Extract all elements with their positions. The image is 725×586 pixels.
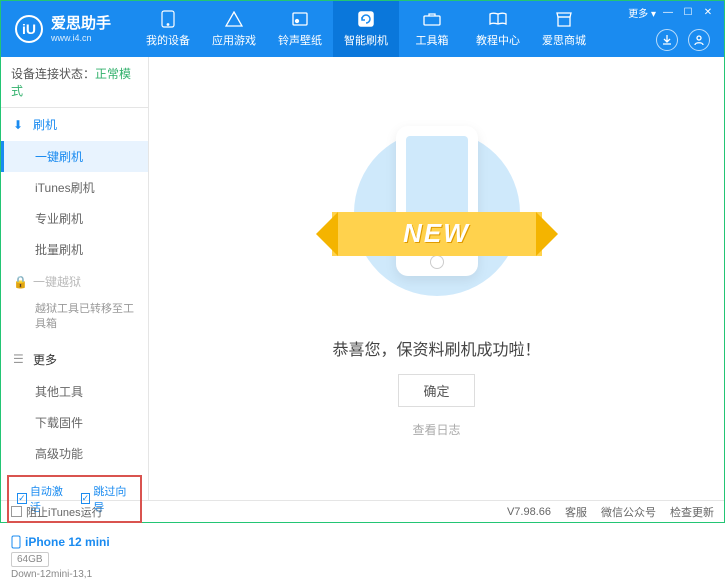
brand-url: www.i4.cn xyxy=(51,33,111,44)
check-update-link[interactable]: 检查更新 xyxy=(670,504,714,520)
nav-store[interactable]: 爱思商城 xyxy=(531,1,597,57)
nav-label: 我的设备 xyxy=(146,32,190,48)
logo-icon: iU xyxy=(15,15,43,43)
conn-label: 设备连接状态： xyxy=(11,67,95,81)
version-label: V7.98.66 xyxy=(507,506,551,518)
minimize-button[interactable]: — xyxy=(660,6,676,20)
refresh-icon xyxy=(357,10,375,28)
menu-icon: ☰ xyxy=(13,352,27,366)
section-title: 更多 xyxy=(33,351,57,368)
main-content: NEW 恭喜您，保资料刷机成功啦！ 确定 查看日志 xyxy=(149,57,724,500)
download-icon[interactable] xyxy=(656,29,678,51)
checkbox-icon xyxy=(11,506,22,517)
service-link[interactable]: 客服 xyxy=(565,504,587,520)
wechat-link[interactable]: 微信公众号 xyxy=(601,504,656,520)
section-title: 一键越狱 xyxy=(33,273,81,290)
download-small-icon: ⬇ xyxy=(13,118,27,132)
nav-label: 工具箱 xyxy=(416,32,449,48)
app-header: iU 爱思助手 www.i4.cn 我的设备 应用游戏 铃声壁纸 智能刷机 工具… xyxy=(1,1,724,57)
nav-toolbox[interactable]: 工具箱 xyxy=(399,1,465,57)
sidebar-item-oneclick-flash[interactable]: 一键刷机 xyxy=(1,141,148,172)
sidebar-item-itunes-flash[interactable]: iTunes刷机 xyxy=(1,172,148,203)
connection-status: 设备连接状态：正常模式 xyxy=(1,57,148,108)
section-flash[interactable]: ⬇ 刷机 xyxy=(1,108,148,141)
checkbox-label: 阻止iTunes运行 xyxy=(26,504,103,520)
jailbreak-note: 越狱工具已转移至工具箱 xyxy=(1,298,148,343)
sidebar-item-other-tools[interactable]: 其他工具 xyxy=(1,376,148,407)
title-menu[interactable]: 更多 ▾ xyxy=(628,5,656,20)
brand-area: iU 爱思助手 www.i4.cn xyxy=(1,15,125,44)
nav-label: 爱思商城 xyxy=(542,32,586,48)
section-jailbreak: 🔒 一键越狱 xyxy=(1,265,148,298)
nav-my-device[interactable]: 我的设备 xyxy=(135,1,201,57)
device-model: Down-12mini-13,1 xyxy=(11,569,138,580)
nav-apps[interactable]: 应用游戏 xyxy=(201,1,267,57)
brand-title: 爱思助手 xyxy=(51,15,111,33)
sidebar-item-download-firmware[interactable]: 下载固件 xyxy=(1,407,148,438)
device-storage-badge: 64GB xyxy=(11,552,49,567)
sidebar-item-pro-flash[interactable]: 专业刷机 xyxy=(1,203,148,234)
nav-tutorials[interactable]: 教程中心 xyxy=(465,1,531,57)
view-log-link[interactable]: 查看日志 xyxy=(412,421,460,438)
nav-label: 铃声壁纸 xyxy=(278,32,322,48)
lock-icon: 🔒 xyxy=(13,275,27,289)
title-controls: 更多 ▾ — ☐ ✕ xyxy=(628,5,716,20)
nav-label: 教程中心 xyxy=(476,32,520,48)
device-info: iPhone 12 mini 64GB Down-12mini-13,1 xyxy=(1,529,148,586)
nav-label: 智能刷机 xyxy=(344,32,388,48)
sidebar-item-advanced[interactable]: 高级功能 xyxy=(1,438,148,469)
book-icon xyxy=(489,10,507,28)
phone-small-icon xyxy=(11,535,21,549)
device-name[interactable]: iPhone 12 mini xyxy=(11,535,138,549)
user-icon[interactable] xyxy=(688,29,710,51)
checkbox-block-itunes[interactable]: 阻止iTunes运行 xyxy=(11,504,103,520)
ok-button[interactable]: 确定 xyxy=(398,374,474,407)
nav-ringtones[interactable]: 铃声壁纸 xyxy=(267,1,333,57)
sidebar-item-batch-flash[interactable]: 批量刷机 xyxy=(1,234,148,265)
main-nav: 我的设备 应用游戏 铃声壁纸 智能刷机 工具箱 教程中心 爱思商城 xyxy=(135,1,597,57)
store-icon xyxy=(555,10,573,28)
success-message: 恭喜您，保资料刷机成功啦！ xyxy=(332,336,540,360)
success-illustration: NEW xyxy=(332,120,542,320)
new-ribbon-icon: NEW xyxy=(332,212,542,256)
section-title: 刷机 xyxy=(33,116,57,133)
toolbox-icon xyxy=(423,10,441,28)
nav-label: 应用游戏 xyxy=(212,32,256,48)
sidebar: 设备连接状态：正常模式 ⬇ 刷机 一键刷机 iTunes刷机 专业刷机 批量刷机… xyxy=(1,57,149,500)
media-icon xyxy=(291,10,309,28)
maximize-button[interactable]: ☐ xyxy=(680,6,696,20)
phone-icon xyxy=(159,10,177,28)
close-button[interactable]: ✕ xyxy=(700,6,716,20)
nav-flash[interactable]: 智能刷机 xyxy=(333,1,399,57)
apps-icon xyxy=(225,10,243,28)
section-more[interactable]: ☰ 更多 xyxy=(1,343,148,376)
